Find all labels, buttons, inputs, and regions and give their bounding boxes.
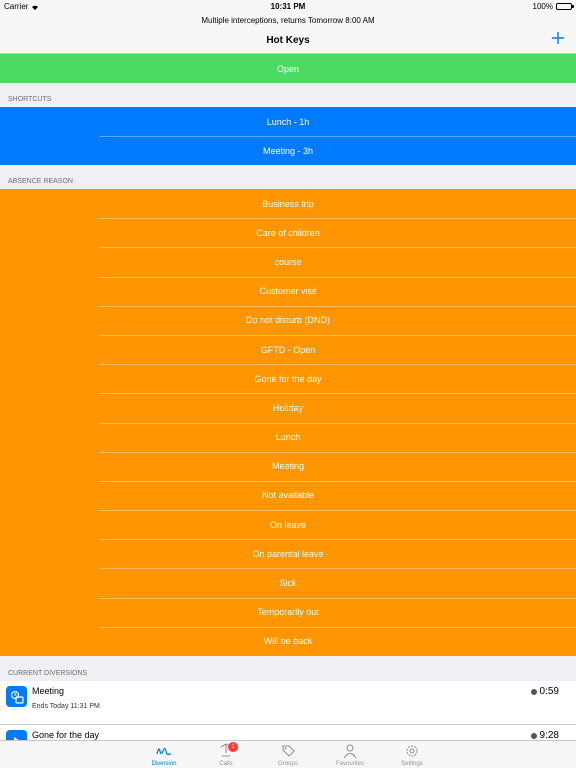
current-diversions-header: CURRENT DIVERSIONS: [8, 670, 88, 677]
absence-reason-item[interactable]: Care of children: [0, 218, 576, 247]
shortcut-item[interactable]: Meeting - 3h: [0, 136, 576, 165]
diversion-ends: Ends Today 11:31 PM: [32, 703, 100, 710]
absence-reason-item[interactable]: course: [0, 247, 576, 276]
absence-reason-list: Business trip Care of children course Cu…: [0, 189, 576, 656]
status-bar: Carrier 10:31 PM 100%: [0, 0, 576, 13]
tab-settings[interactable]: Settings: [381, 741, 443, 768]
page-title: Hot Keys: [266, 35, 310, 46]
absence-reason-item[interactable]: On leave: [0, 510, 576, 539]
battery-icon: [556, 3, 574, 10]
absence-reason-item[interactable]: Holiday: [0, 393, 576, 422]
calls-badge: 1: [228, 742, 238, 752]
diversion-name: Gone for the day: [32, 730, 100, 740]
absence-reason-item[interactable]: Do not disturb (DND): [0, 305, 576, 335]
absence-reason-item[interactable]: Gone for the day: [0, 364, 576, 393]
tab-label: Calls: [219, 761, 233, 767]
absence-reason-item[interactable]: Customer visit: [0, 276, 576, 306]
open-button[interactable]: Open: [0, 54, 576, 83]
tab-calls[interactable]: 1 Calls: [195, 741, 257, 768]
current-diversions-list: Meeting Ends Today 11:31 PM 0:59 Gone fo…: [0, 681, 576, 740]
absence-reason-item[interactable]: Lunch: [0, 422, 576, 452]
absence-reason-item[interactable]: Business trip: [0, 189, 576, 218]
favourites-icon: [343, 744, 357, 759]
absence-reason-header: ABSENCE REASON: [8, 178, 73, 185]
diversion-timer-value: 0:59: [539, 686, 559, 697]
tab-favourites[interactable]: Favourites: [319, 741, 381, 768]
tab-label: Settings: [401, 761, 423, 767]
tab-label: Diversion: [151, 761, 177, 767]
timer-dot-icon: [530, 732, 537, 739]
add-button[interactable]: [550, 30, 566, 46]
tab-groups[interactable]: Groups: [257, 741, 319, 768]
meeting-icon: [6, 686, 27, 707]
absence-reason-item[interactable]: On parental leave: [0, 539, 576, 568]
tab-label: Favourites: [335, 761, 364, 767]
nav-subtitle: Multiple interceptions, returns Tomorrow…: [201, 16, 375, 25]
tab-bar: Diversion 1 Calls Groups Favourites Sett…: [0, 740, 576, 768]
diversion-icon: [156, 747, 171, 756]
diversion-timer: 9:28: [530, 730, 559, 740]
absence-reason-item[interactable]: Temporarily out: [0, 597, 576, 627]
diversion-name: Meeting: [32, 686, 65, 696]
tab-diversion[interactable]: Diversion: [133, 741, 195, 768]
shortcut-item[interactable]: Lunch - 1h: [0, 107, 576, 136]
diversion-timer: 0:59: [530, 686, 559, 697]
gone-for-the-day-icon: [6, 730, 27, 740]
diversion-item[interactable]: Gone for the day 9:28: [0, 725, 576, 740]
absence-reason-item[interactable]: Sick: [0, 568, 576, 597]
tab-label: Groups: [278, 761, 298, 767]
battery-percent: 100%: [532, 2, 553, 11]
groups-icon: [282, 745, 295, 757]
shortcuts-list: Lunch - 1h Meeting - 3h: [0, 107, 576, 166]
battery-info: 100%: [532, 2, 574, 11]
diversion-item[interactable]: Meeting Ends Today 11:31 PM 0:59: [0, 681, 576, 725]
plus-icon: [552, 32, 564, 44]
absence-reason-item[interactable]: Not available: [0, 480, 576, 510]
absence-reason-item[interactable]: GFTD - Open: [0, 334, 576, 364]
absence-reason-item[interactable]: Meeting: [0, 451, 576, 481]
timer-dot-icon: [530, 688, 537, 695]
absence-reason-item[interactable]: Will be back: [0, 626, 576, 656]
shortcuts-header: SHORTCUTS: [8, 96, 52, 103]
diversion-timer-value: 9:28: [539, 730, 559, 740]
status-time: 10:31 PM: [270, 2, 306, 11]
settings-icon: [406, 745, 418, 757]
navigation-bar: Multiple interceptions, returns Tomorrow…: [0, 13, 576, 54]
